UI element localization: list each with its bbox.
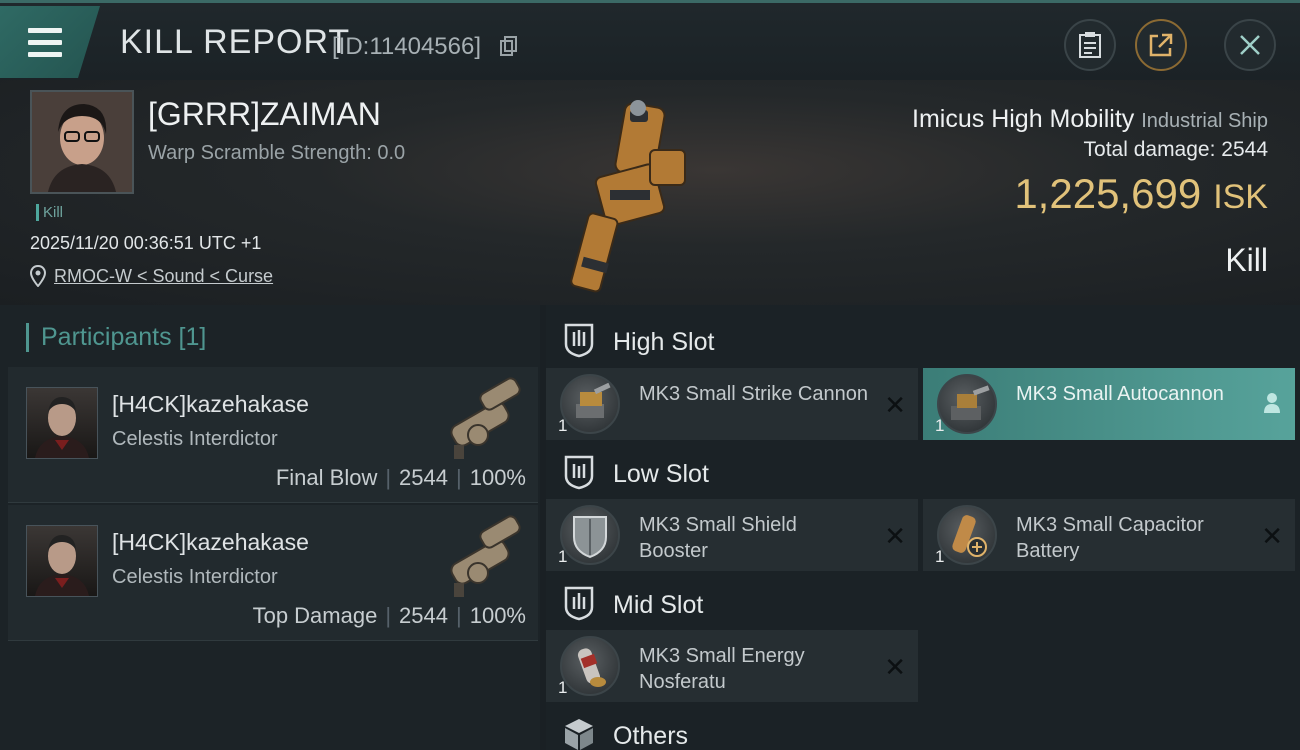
high-slot-label: High Slot xyxy=(613,328,715,356)
destroyed-icon: ✕ xyxy=(884,521,906,551)
participant-percent: 100% xyxy=(469,465,526,490)
location-link[interactable]: RMOC-W < Sound < Curse xyxy=(54,266,273,287)
module-quantity: 1 xyxy=(935,416,945,435)
participant-stats: Final Blow | 2544 | 100% xyxy=(275,465,526,490)
high-slot-header: High Slot xyxy=(546,309,1300,371)
victim-ship: Imicus High Mobility Industrial Ship xyxy=(912,105,1268,134)
low-slot-icon xyxy=(564,455,594,490)
participant-ship: Celestis Interdictor xyxy=(112,428,278,450)
location-pin-icon xyxy=(30,265,46,287)
isk-value: 1,225,699 ISK xyxy=(1014,170,1268,218)
participant-name[interactable]: [H4CK]kazehakase xyxy=(112,391,309,418)
participant-role: Final Blow xyxy=(275,465,378,490)
report-id: [ID:11404566] xyxy=(332,33,482,60)
participant-name[interactable]: [H4CK]kazehakase xyxy=(112,529,309,556)
module-quantity: 1 xyxy=(558,678,568,697)
module-name: MK3 Small Strike Cannon xyxy=(639,383,868,405)
others-label: Others xyxy=(613,722,689,750)
autocannon-icon xyxy=(937,374,997,434)
participant-row[interactable]: [H4CK]kazehakase Celestis Interdictor To… xyxy=(8,505,538,641)
participant-stats: Top Damage | 2544 | 100% xyxy=(252,603,526,628)
others-header: Others xyxy=(546,703,1300,750)
fitting-panel: High Slot 1 MK3 Small Strike Cannon ✕ 1 … xyxy=(546,305,1300,750)
low-slot-header: Low Slot xyxy=(546,441,1300,503)
victim-name[interactable]: [GRRR]ZAIMAN xyxy=(148,96,381,133)
total-damage-value: 2544 xyxy=(1221,138,1268,161)
module-item[interactable]: 1 MK3 Small Autocannon xyxy=(923,368,1295,440)
user-icon xyxy=(1264,393,1280,413)
module-item[interactable]: 1 MK3 Small Capacitor Battery ✕ xyxy=(923,499,1295,571)
module-quantity: 1 xyxy=(935,547,945,566)
total-damage: Total damage: 2544 xyxy=(1084,138,1268,162)
participant-ship-image xyxy=(450,515,521,597)
module-name: MK3 Small Autocannon xyxy=(1016,383,1224,405)
victim-summary: [GRRR]ZAIMAN Warp Scramble Strength: 0.0… xyxy=(0,80,1300,305)
participant-damage: 2544 xyxy=(399,603,448,628)
cube-icon xyxy=(565,719,593,750)
high-slot-icon xyxy=(564,323,594,358)
destroyed-icon: ✕ xyxy=(884,652,906,682)
participant-role: Top Damage xyxy=(252,603,378,628)
result-label: Kill xyxy=(1225,242,1268,278)
module-quantity: 1 xyxy=(558,416,568,435)
participant-percent: 100% xyxy=(469,603,526,628)
ship-class: Industrial Ship xyxy=(1141,110,1268,132)
menu-button[interactable] xyxy=(0,6,100,78)
character-portrait-icon xyxy=(35,534,89,596)
isk-unit: ISK xyxy=(1213,178,1268,216)
destroyed-icon: ✕ xyxy=(884,390,906,420)
shield-booster-icon xyxy=(560,505,620,565)
low-slot-label: Low Slot xyxy=(613,460,709,488)
module-quantity: 1 xyxy=(558,547,568,566)
total-damage-label: Total damage: xyxy=(1083,138,1216,161)
mid-slot-label: Mid Slot xyxy=(613,591,704,619)
nosferatu-icon xyxy=(560,636,620,696)
module-item[interactable]: 1 MK3 Small Strike Cannon ✕ xyxy=(546,368,918,440)
kill-tag: Kill xyxy=(36,204,63,221)
hamburger-icon xyxy=(28,28,62,64)
mid-slot-icon xyxy=(564,586,594,621)
module-name: MK3 Small Energy Nosferatu xyxy=(639,645,805,693)
warp-scramble-strength: Warp Scramble Strength: 0.0 xyxy=(148,142,406,164)
participants-title: Participants [1] xyxy=(26,323,206,352)
isk-amount: 1,225,699 xyxy=(1014,170,1202,217)
victim-portrait[interactable] xyxy=(30,90,134,194)
participant-row[interactable]: [H4CK]kazehakase Celestis Interdictor Fi… xyxy=(8,367,538,503)
capacitor-battery-icon xyxy=(937,505,997,565)
clipboard-button[interactable] xyxy=(1064,19,1116,71)
close-icon xyxy=(1240,35,1260,55)
module-name: MK3 Small Shield Booster xyxy=(639,514,797,562)
participant-ship: Celestis Interdictor xyxy=(112,566,278,588)
copy-icon[interactable] xyxy=(500,36,518,56)
cannon-icon xyxy=(560,374,620,434)
share-button[interactable] xyxy=(1135,19,1187,71)
mid-slot-header: Mid Slot xyxy=(546,572,1300,634)
destroyed-icon: ✕ xyxy=(1261,521,1283,551)
participant-avatar xyxy=(26,525,98,597)
participant-damage: 2544 xyxy=(399,465,448,490)
kill-datetime: 2025/11/20 00:36:51 UTC +1 xyxy=(30,233,262,253)
participant-avatar xyxy=(26,387,98,459)
participant-ship-image xyxy=(450,377,521,459)
page-title: KILL REPORT xyxy=(120,23,351,61)
module-item[interactable]: 1 MK3 Small Shield Booster ✕ xyxy=(546,499,918,571)
share-icon xyxy=(1149,33,1173,57)
character-portrait-icon xyxy=(35,396,89,458)
header-bar: KILL REPORT [ID:11404566] xyxy=(0,0,1300,80)
clipboard-icon xyxy=(1079,32,1101,58)
victim-ship-image xyxy=(570,100,686,293)
module-name: MK3 Small Capacitor Battery xyxy=(1016,514,1204,562)
character-portrait-icon xyxy=(32,92,132,192)
module-item[interactable]: 1 MK3 Small Energy Nosferatu ✕ xyxy=(546,630,918,702)
participants-panel: Participants [1] [H4CK]kazehakase Celest… xyxy=(0,305,540,750)
ship-name: Imicus High Mobility xyxy=(912,105,1135,133)
close-button[interactable] xyxy=(1224,19,1276,71)
